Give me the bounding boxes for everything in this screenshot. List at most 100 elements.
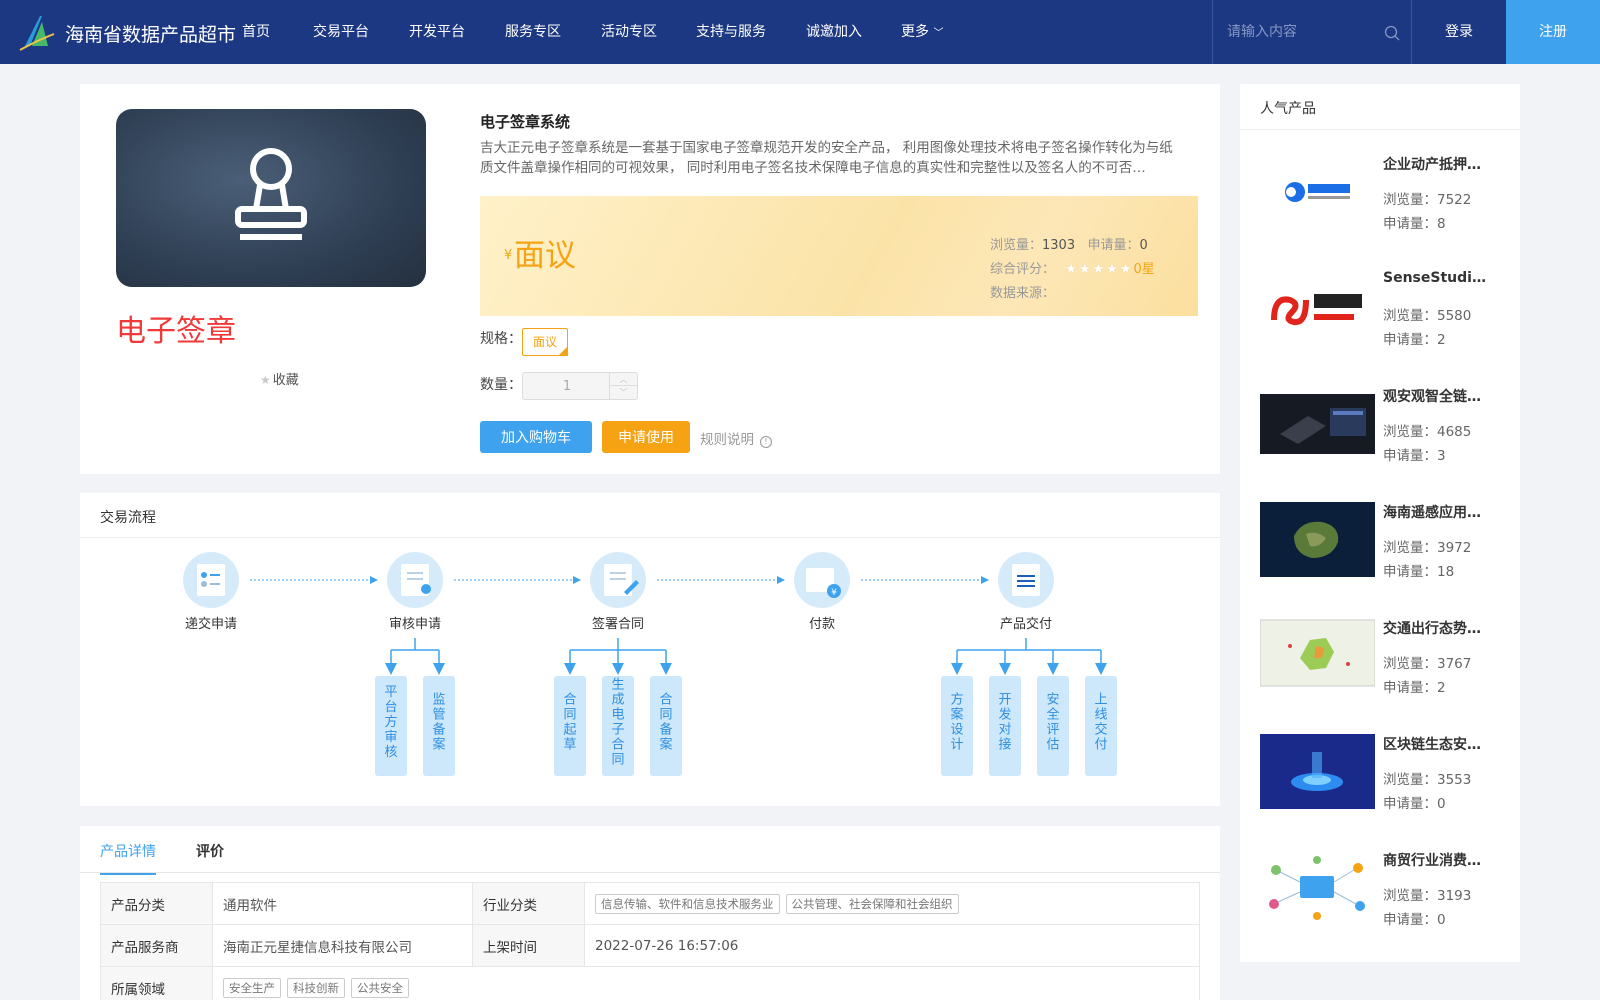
nav-support[interactable]: 支持与服务: [692, 0, 770, 64]
popular-item[interactable]: 观安观智全链… 浏览量：4685 申请量：3: [1260, 376, 1500, 476]
nav-dev[interactable]: 开发平台: [405, 0, 469, 64]
chevron-down-icon[interactable]: ﹀: [610, 386, 637, 399]
applies-label: 申请量：: [1383, 564, 1437, 580]
product-panel: 电子签章 ★ 收藏 电子签章系统 吉大正元电子签章系统是一套基于国家电子签章规范开…: [80, 84, 1220, 474]
sub-step-label: 合同起草: [563, 693, 576, 753]
rating-text: 0星: [1133, 262, 1155, 277]
star-icon: ★: [260, 373, 271, 387]
popular-item-views: 浏览量：3193: [1383, 884, 1471, 904]
site-title[interactable]: 海南省数据产品超市: [65, 20, 236, 47]
popular-item[interactable]: 企业动产抵押… 浏览量：7522 申请量：8: [1260, 144, 1500, 244]
chevron-down-icon: ﹀: [933, 28, 944, 39]
sub-step-label: 监管备案: [432, 693, 445, 753]
tab-review[interactable]: 评价: [196, 841, 224, 861]
popular-item-applies: 申请量：3: [1383, 444, 1446, 464]
search-icon[interactable]: [1383, 24, 1401, 42]
applies-value: 2: [1437, 680, 1446, 696]
product-image: [116, 109, 426, 287]
spec-label: 规格：: [480, 331, 522, 347]
popular-item[interactable]: 商贸行业消费… 浏览量：3193 申请量：0: [1260, 840, 1500, 940]
domain-tag: 公共安全: [351, 977, 409, 998]
popular-item-name: 观安观智全链…: [1383, 389, 1481, 405]
step-payment-icon: ¥: [794, 552, 850, 608]
detail-table: 产品分类 通用软件 行业分类 信息传输、软件和信息技术服务业 公共管理、社会保障和…: [100, 882, 1200, 1000]
nav-home[interactable]: 首页: [238, 0, 274, 64]
popular-item-views: 浏览量：4685: [1383, 420, 1471, 440]
step-delivery-icon: [998, 552, 1054, 608]
currency-symbol: ¥: [504, 248, 513, 263]
selected-check-icon: [558, 346, 568, 356]
applies-value: 8: [1437, 216, 1446, 232]
sub-step-label: 方案设计: [950, 692, 963, 753]
nav-service[interactable]: 服务专区: [501, 0, 565, 64]
nav-join[interactable]: 诚邀加入: [802, 0, 866, 64]
product-title: 电子签章系统: [480, 113, 571, 131]
applies-value: 2: [1437, 332, 1446, 348]
popular-item-applies: 申请量：2: [1383, 328, 1446, 348]
favorite-button[interactable]: ★ 收藏: [260, 369, 299, 388]
star-icon: ★: [1078, 262, 1091, 277]
applies-label: 申请量：: [1383, 216, 1437, 232]
rules-link[interactable]: 规则说明!: [700, 428, 772, 448]
industry-tag: 信息传输、软件和信息技术服务业: [595, 893, 780, 914]
nav-activity[interactable]: 活动专区: [597, 0, 661, 64]
popular-header: 人气产品: [1240, 84, 1520, 130]
add-to-cart-button[interactable]: 加入购物车: [480, 421, 592, 453]
search-input[interactable]: [1227, 20, 1377, 44]
industry-tags: 信息传输、软件和信息技术服务业 公共管理、社会保障和社会组织: [584, 882, 1200, 925]
popular-item-views: 浏览量：7522: [1383, 188, 1471, 208]
spec-option-label: 面议: [532, 335, 557, 349]
views-value: 3193: [1437, 888, 1472, 904]
login-button[interactable]: 登录: [1412, 0, 1506, 64]
domain-tag: 科技创新: [287, 977, 345, 998]
quantity-input[interactable]: [523, 373, 611, 399]
applies-value: 3: [1437, 448, 1446, 464]
quantity-arrows: ︿ ﹀: [609, 373, 637, 399]
apply-button[interactable]: 申请使用: [602, 421, 690, 453]
applies-label: 申请量：: [1383, 796, 1437, 812]
popular-item[interactable]: SenseStudio… 浏览量：5580 申请量：2: [1260, 260, 1500, 360]
industry-tag: 公共管理、社会保障和社会组织: [785, 893, 959, 914]
provider-value: 海南正元星捷信息科技有限公司: [212, 924, 473, 967]
applies-label: 申请量：: [1087, 238, 1140, 253]
listed-label: 上架时间: [472, 924, 585, 967]
popular-item-views: 浏览量：5580: [1383, 304, 1471, 324]
views-value: 3553: [1437, 772, 1472, 788]
nav-trade[interactable]: 交易平台: [309, 0, 373, 64]
price-value: 面议: [514, 238, 576, 274]
views-value: 3972: [1437, 540, 1472, 556]
sensetime-logo-icon: [1260, 270, 1375, 345]
network-diagram-icon: [1260, 850, 1375, 925]
step-label: 付款: [809, 617, 835, 632]
popular-item[interactable]: 交通出行态势… 浏览量：3767 申请量：2: [1260, 608, 1500, 708]
nav-more[interactable]: 更多 ﹀: [897, 0, 947, 66]
popular-item-views: 浏览量：3972: [1383, 536, 1471, 556]
applies-value: 0: [1437, 796, 1446, 812]
sub-step-label: 开发对接: [998, 693, 1011, 753]
rules-link-label: 规则说明: [700, 432, 754, 448]
popular-item-applies: 申请量：0: [1383, 792, 1446, 812]
star-icon: ★: [1065, 262, 1077, 277]
popular-item[interactable]: 海南遥感应用… 浏览量：3972 申请量：18: [1260, 492, 1500, 592]
applies-label: 申请量：: [1383, 332, 1437, 348]
views-label: 浏览量：: [1383, 540, 1437, 556]
domain-tags: 安全生产 科技创新 公共安全: [212, 966, 1200, 1000]
views-label: 浏览量：: [1383, 308, 1437, 324]
site-logo-icon[interactable]: [18, 12, 56, 52]
detail-panel: 产品详情 评价 产品分类 通用软件 行业分类 信息传输、软件和信息技术服务业 公共…: [80, 826, 1220, 1000]
table-row: 产品分类 通用软件 行业分类 信息传输、软件和信息技术服务业 公共管理、社会保障和…: [100, 882, 1200, 925]
popular-item[interactable]: 区块链生态安… 浏览量：3553 申请量：0: [1260, 724, 1500, 824]
spec-option[interactable]: 面议: [522, 328, 568, 356]
chevron-up-icon[interactable]: ︿: [610, 373, 637, 386]
product-description: 吉大正元电子签章系统是一套基于国家电子签章规范开发的安全产品， 利用图像处理技术…: [480, 140, 1173, 176]
sub-step-label: 安全评估: [1046, 693, 1059, 753]
views-label: 浏览量：: [1383, 772, 1437, 788]
views-value: 3767: [1437, 656, 1472, 672]
listed-value: 2022-07-26 16:57:06: [584, 924, 1200, 967]
register-button[interactable]: 注册: [1506, 0, 1600, 64]
domain-label: 所属领域: [100, 966, 213, 1000]
views-value: 5580: [1437, 308, 1472, 324]
search-box: [1212, 0, 1412, 64]
popular-item-name: 商贸行业消费…: [1383, 853, 1481, 869]
tab-product-detail[interactable]: 产品详情: [100, 841, 156, 875]
